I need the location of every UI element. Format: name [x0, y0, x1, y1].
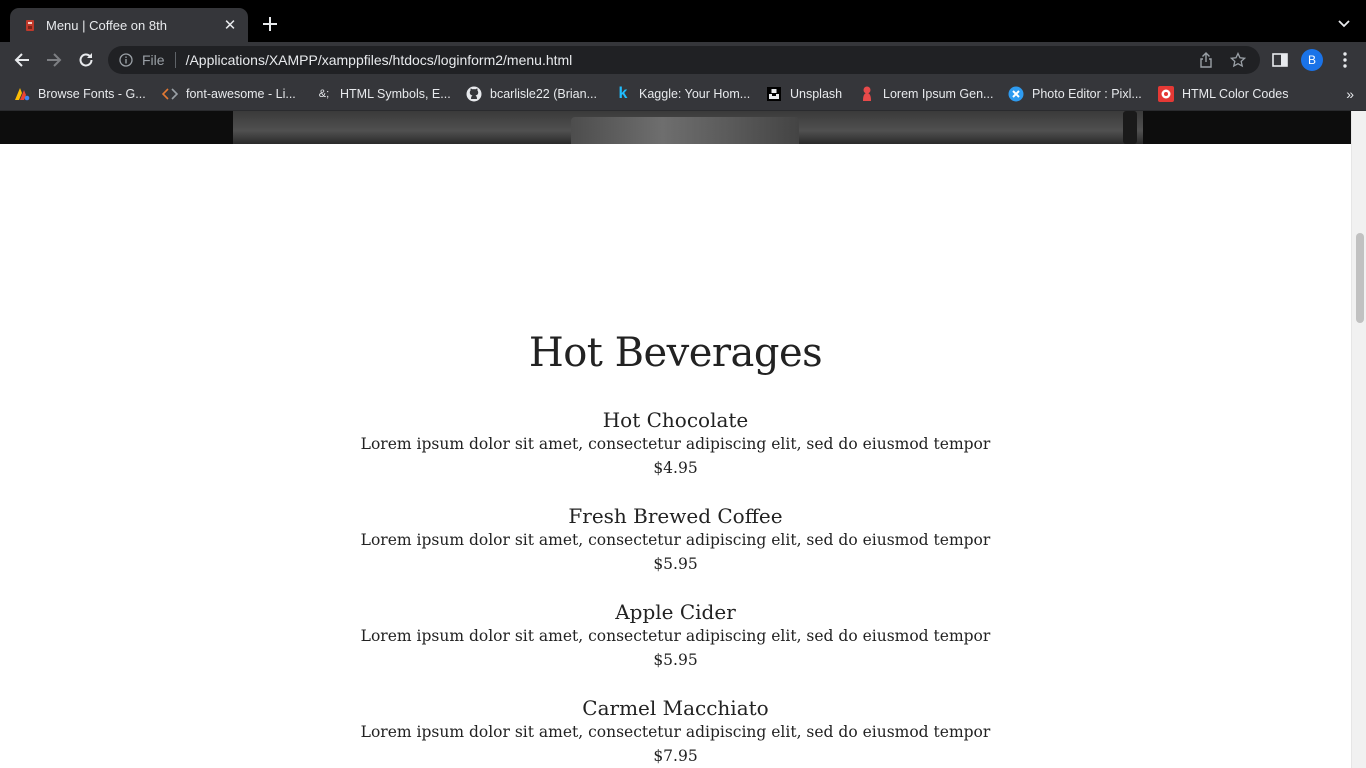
profile-avatar[interactable]: B [1301, 49, 1323, 71]
browser-tab[interactable]: Menu | Coffee on 8th ✕ [10, 8, 248, 42]
code-brackets-icon [162, 86, 178, 102]
menu-item-description: Lorem ipsum dolor sit amet, consectetur … [360, 723, 991, 741]
page-scrollbar[interactable] [1351, 111, 1366, 768]
menu-item-description: Lorem ipsum dolor sit amet, consectetur … [360, 531, 991, 549]
bookmark-font-awesome[interactable]: font-awesome - Li... [162, 84, 296, 104]
menu-item: Fresh Brewed Coffee Lorem ipsum dolor si… [0, 504, 1351, 600]
lorem-ipsum-icon [859, 86, 875, 102]
bookmark-kaggle[interactable]: k Kaggle: Your Hom... [615, 84, 751, 104]
bookmark-label: HTML Symbols, E... [340, 87, 451, 101]
kaggle-icon: k [618, 85, 628, 102]
bookmark-label: bcarlisle22 (Brian... [490, 87, 597, 101]
menu-items-list: Hot Chocolate Lorem ipsum dolor sit amet… [0, 408, 1351, 768]
bookmark-label: Photo Editor : Pixl... [1032, 87, 1142, 101]
bookmark-label: Unsplash [790, 87, 843, 101]
back-arrow-icon[interactable] [10, 48, 34, 72]
menu-item-name: Apple Cider [615, 600, 736, 624]
more-vertical-icon[interactable] [1333, 48, 1357, 72]
menu-item-name: Fresh Brewed Coffee [568, 504, 783, 528]
menu-item-name: Hot Chocolate [602, 408, 749, 432]
bookmark-lorem-ipsum[interactable]: Lorem Ipsum Gen... [859, 84, 993, 104]
url-divider [174, 52, 176, 68]
section-title: Hot Beverages [528, 330, 823, 376]
pixlr-icon [1008, 86, 1024, 102]
bookmark-github[interactable]: bcarlisle22 (Brian... [466, 84, 597, 104]
new-tab-icon[interactable] [258, 12, 282, 36]
forward-arrow-icon[interactable] [42, 48, 66, 72]
tab-title: Menu | Coffee on 8th [46, 17, 167, 33]
url-scheme-label: File [142, 52, 165, 68]
ampersand-icon: &; [318, 88, 330, 100]
info-icon[interactable] [118, 52, 134, 68]
bookmarks-bar: Browse Fonts - G... font-awesome - Li...… [0, 78, 1366, 111]
bookmark-unsplash[interactable]: Unsplash [766, 84, 842, 104]
hero-banner [0, 111, 1351, 144]
more-bookmarks-icon[interactable]: » [1346, 86, 1354, 102]
scrollbar-thumb[interactable] [1356, 233, 1364, 323]
menu-item: Carmel Macchiato Lorem ipsum dolor sit a… [0, 696, 1351, 768]
chevron-down-icon[interactable] [1334, 14, 1354, 34]
coffee-cup-shape [571, 117, 799, 144]
menu-item-price: $7.95 [653, 747, 698, 765]
menu-item-price: $5.95 [653, 555, 698, 573]
bookmark-pixlr[interactable]: Photo Editor : Pixl... [1008, 84, 1142, 104]
address-bar[interactable]: File /Applications/XAMPP/xamppfiles/htdo… [108, 46, 1260, 74]
bookmark-label: HTML Color Codes [1182, 87, 1289, 101]
google-fonts-icon [14, 86, 30, 102]
menu-item-price: $4.95 [653, 459, 698, 477]
side-panel-icon[interactable] [1268, 48, 1292, 72]
bookmark-label: Browse Fonts - G... [38, 87, 146, 101]
star-icon[interactable] [1228, 50, 1248, 70]
menu-item: Hot Chocolate Lorem ipsum dolor sit amet… [0, 408, 1351, 504]
browser-toolbar: File /Applications/XAMPP/xamppfiles/htdo… [0, 42, 1366, 78]
unsplash-icon [766, 86, 782, 102]
hot-beverages-section: Hot Beverages Hot Chocolate Lorem ipsum … [0, 325, 1351, 768]
tab-strip: Menu | Coffee on 8th ✕ [0, 0, 1366, 42]
menu-item-name: Carmel Macchiato [582, 696, 769, 720]
github-icon [466, 86, 482, 102]
coffee-favicon-icon [24, 18, 36, 32]
menu-item-price: $5.95 [653, 651, 698, 669]
menu-item-description: Lorem ipsum dolor sit amet, consectetur … [360, 435, 991, 453]
close-tab-icon[interactable]: ✕ [222, 17, 238, 34]
bookmark-label: font-awesome - Li... [186, 87, 296, 101]
page-viewport: Hot Beverages Hot Chocolate Lorem ipsum … [0, 111, 1351, 768]
menu-item: Apple Cider Lorem ipsum dolor sit amet, … [0, 600, 1351, 696]
url-text[interactable]: /Applications/XAMPP/xamppfiles/htdocs/lo… [186, 52, 1196, 68]
color-codes-icon [1158, 86, 1174, 102]
bookmark-html-symbols[interactable]: &; HTML Symbols, E... [316, 84, 451, 104]
hero-photo-detail [1123, 111, 1137, 144]
bookmark-label: Kaggle: Your Hom... [639, 87, 751, 101]
menu-item-description: Lorem ipsum dolor sit amet, consectetur … [360, 627, 991, 645]
hero-coffee-photo [233, 111, 1143, 144]
reload-icon[interactable] [74, 48, 98, 72]
share-icon[interactable] [1196, 50, 1216, 70]
bookmark-html-color-codes[interactable]: HTML Color Codes [1158, 84, 1289, 104]
bookmark-browse-fonts[interactable]: Browse Fonts - G... [14, 84, 146, 104]
bookmark-label: Lorem Ipsum Gen... [883, 87, 994, 101]
